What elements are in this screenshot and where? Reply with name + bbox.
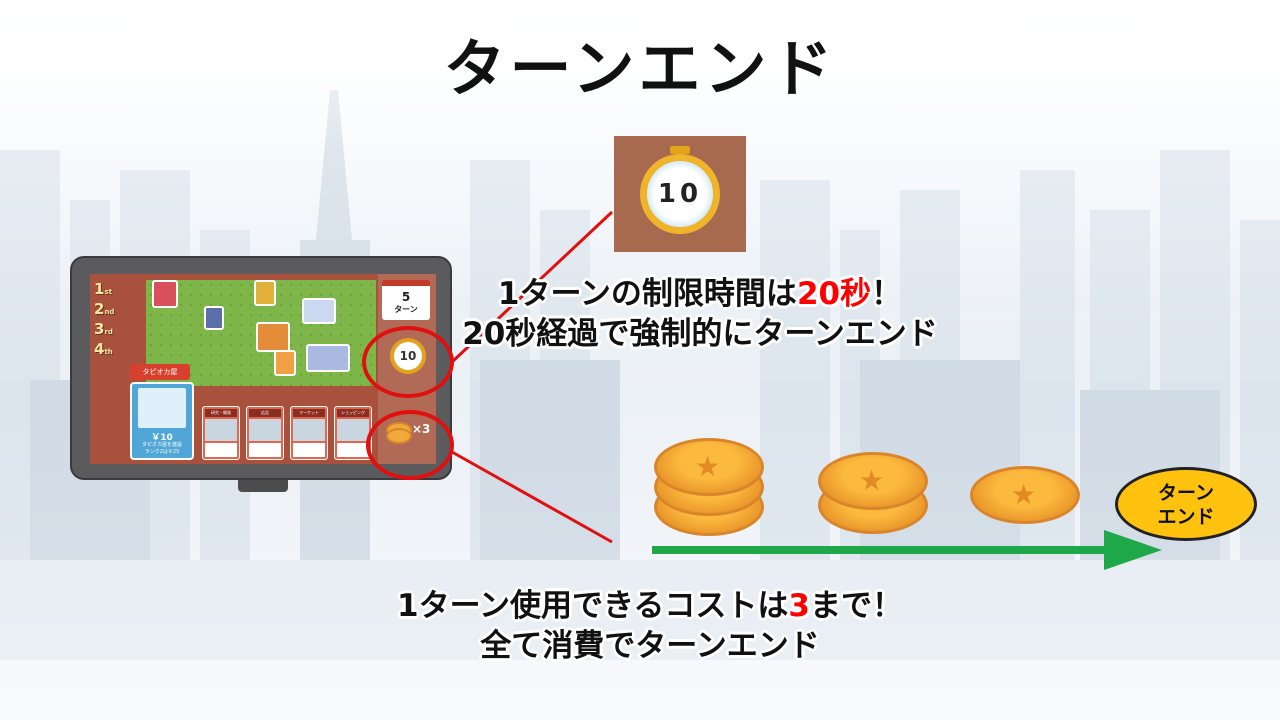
coin-stack-2: ★ <box>818 452 928 538</box>
coin-stack-1: ★ <box>970 466 1080 528</box>
building-icon[interactable] <box>204 306 224 330</box>
shop-card[interactable]: ￥10 タピオカ屋を建設 ランク2は￥25 <box>130 382 194 460</box>
stopwatch-button-icon <box>670 146 690 154</box>
coin-stack-3: ★ <box>654 438 764 538</box>
star-icon: ★ <box>859 464 885 497</box>
tablet-stand <box>238 480 288 492</box>
shop-image <box>138 388 186 428</box>
stopwatch-icon: 10 <box>640 154 720 234</box>
building-icon[interactable] <box>256 322 290 352</box>
turn-end-badge: ターン エンド <box>1115 467 1257 541</box>
building-icon[interactable] <box>152 280 178 308</box>
shop-desc: タピオカ屋を建設 ランク2は￥25 <box>141 442 182 455</box>
building-icon[interactable] <box>254 280 276 306</box>
shop-label: タピオカ屋 <box>130 364 190 380</box>
rank-item: 3rd <box>94 320 113 338</box>
rank-item: 2nd <box>94 300 115 318</box>
rank-list: 1st 2nd 3rd 4th <box>94 280 144 360</box>
rank-item: 4th <box>94 340 113 358</box>
star-icon: ★ <box>1011 478 1037 511</box>
action-card[interactable]: マーケット <box>290 406 328 460</box>
timer-message: 1ターンの制限時間は20秒！ 20秒経過で強制的にターンエンド <box>462 276 938 352</box>
progress-arrow <box>652 546 1112 554</box>
star-icon: ★ <box>695 450 721 483</box>
card-list: 研究・開発 広告 マーケット ショッピング <box>198 406 378 462</box>
building-icon[interactable] <box>274 350 296 376</box>
rank-item: 1st <box>94 280 112 298</box>
action-card[interactable]: 研究・開発 <box>202 406 240 460</box>
action-card[interactable]: 広告 <box>246 406 284 460</box>
timer-panel: 10 <box>614 136 746 252</box>
cost-message: 1ターン使用できるコストは3まで！ 全て消費でターンエンド <box>397 588 903 664</box>
cost-highlight-ring <box>366 410 454 480</box>
